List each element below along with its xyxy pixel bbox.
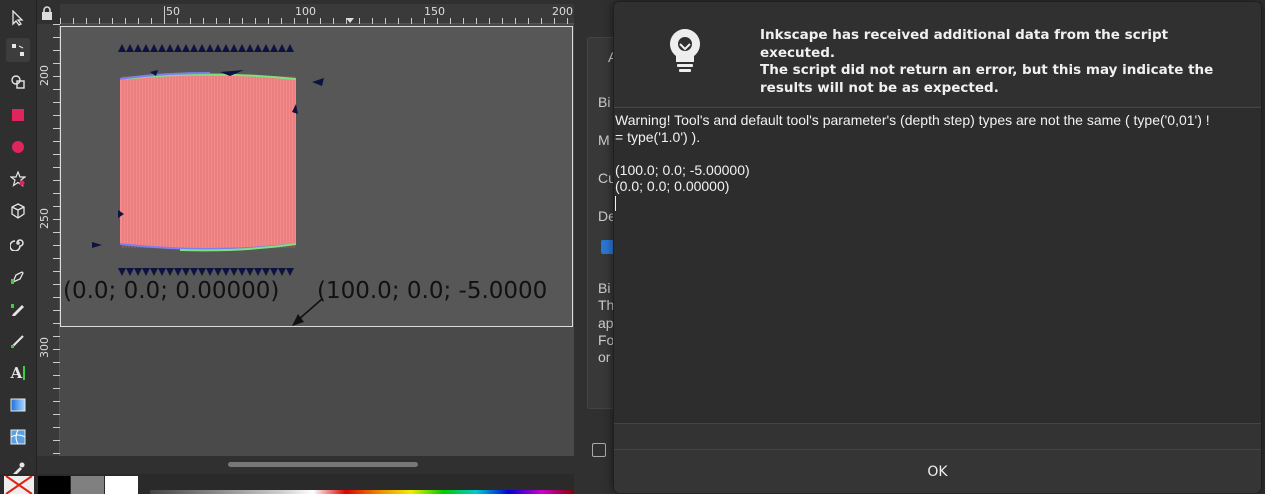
toolpath-top-zigzag [118,44,294,52]
gradient-icon [10,398,26,412]
circle-icon [12,141,24,153]
ruler-label-150: 150 [424,5,445,18]
canvas-coord-label-left: (0.0; 0.0; 0.00000) [63,278,280,304]
no-paint-swatch[interactable] [4,475,34,494]
spiral-tool-button[interactable] [6,231,30,255]
mesh-tool-button[interactable] [6,425,30,449]
shape-builder-icon [11,75,25,89]
ruler-label-300v: 300 [38,337,51,358]
shape-builder-tool-button[interactable] [6,70,30,94]
ruler-label-100: 100 [295,5,316,18]
script-output-dialog: Inkscape has received additional data fr… [613,1,1262,493]
pen-icon [11,271,24,284]
dialog-footer: OK [614,449,1261,493]
ellipse-tool-button[interactable] [6,135,30,159]
panel-bottom-checkbox[interactable] [592,443,606,457]
text-icon: A [10,364,23,382]
panel-label-fo: Fo [598,332,615,348]
lightbulb-icon [670,29,700,72]
ruler-label-200: 200 [552,5,573,18]
node-tool-button[interactable] [6,38,30,62]
pencil-icon [11,304,24,316]
direction-arrow-2 [92,242,102,248]
canvas-viewport[interactable]: (0.0; 0.0; 0.00000) (100.0; 0.0; -5.0000 [60,24,574,456]
ruler-label-200v: 200 [38,65,51,86]
dialog-message: Inkscape has received additional data fr… [760,27,1214,96]
canvas-coord-label-right: (100.0; 0.0; -5.0000 [317,278,548,304]
color-palette [0,474,574,494]
palette-color-strip[interactable] [150,490,574,494]
node-edit-icon [12,44,24,56]
direction-arrow-1 [312,78,324,86]
ruler-horizontal[interactable]: 50 100 150 200 [60,4,574,24]
script-output-textarea[interactable]: Warning! Tool's and default tool's param… [614,107,1261,423]
ok-button[interactable]: OK [614,450,1261,494]
pen-tool-button[interactable] [6,265,30,289]
spiral-icon [10,239,24,251]
lock-icon[interactable] [41,6,57,22]
canvas-horizontal-scrollbar[interactable] [228,462,418,467]
text-tool-button[interactable]: A [6,361,30,385]
rectangle-icon [12,109,24,121]
panel-label-or: or [598,349,611,365]
swatch-white[interactable] [105,476,138,494]
swatch-black[interactable] [38,476,70,494]
ruler-horizontal-ticks [60,6,568,24]
ruler-label-50: 50 [166,5,180,18]
3dbox-tool-button[interactable] [6,199,30,223]
rectangle-tool-button[interactable] [6,103,30,127]
mesh-icon [10,429,26,445]
panel-label-bi2: Bi [598,280,611,296]
ruler-vertical[interactable]: 200 250 300 [37,24,60,456]
calligraphy-icon [11,335,24,348]
pink-cylinder-shape [120,74,296,249]
gradient-tool-button[interactable] [6,393,30,417]
ruler-vertical-ticks [53,24,60,454]
text-cursor-mark [23,366,26,380]
pencil-tool-button[interactable] [6,297,30,321]
panel-label-ap: ap [598,315,614,331]
star-tool-button[interactable] [6,167,30,191]
calligraphy-tool-button[interactable] [6,329,30,353]
text-cursor [615,196,616,211]
star-icon [10,171,26,187]
panel-label-bi: Bi [598,94,611,110]
panel-label-m: M [598,132,610,148]
toolpath-bottom-zigzag [118,268,294,276]
drawing-layer [92,44,324,326]
swatch-gray[interactable] [71,476,104,494]
toolbox: A [0,0,37,494]
script-output-text: Warning! Tool's and default tool's param… [615,112,1210,194]
arrow-cursor-icon [12,10,24,26]
selector-tool-button[interactable] [6,6,30,30]
ruler-label-250v: 250 [38,208,51,229]
dialog-horizontal-scrollbar[interactable] [614,423,1261,449]
panel-label-th: Th [598,297,615,313]
cube-icon [11,203,25,219]
dialog-header: Inkscape has received additional data fr… [614,2,1261,106]
